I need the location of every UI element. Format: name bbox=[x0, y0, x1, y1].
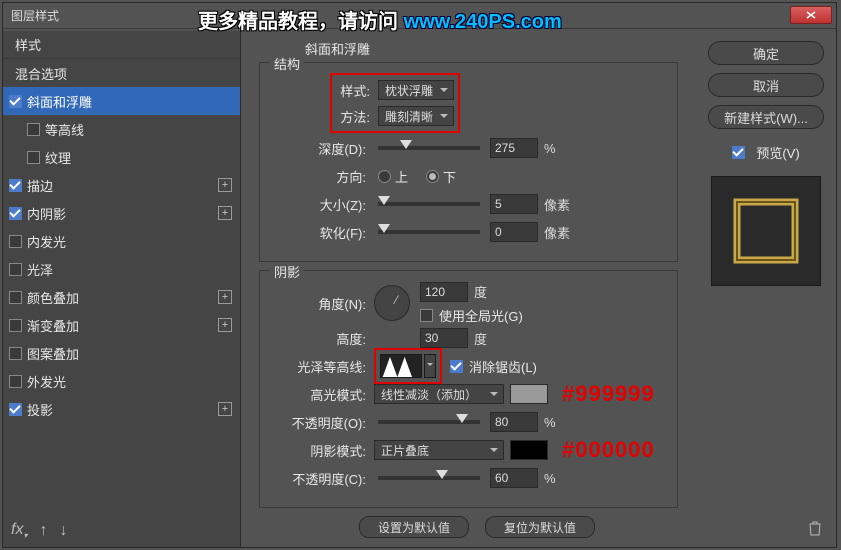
new-style-button[interactable]: 新建样式(W)... bbox=[708, 105, 824, 129]
checkbox-icon[interactable] bbox=[9, 179, 22, 192]
close-button[interactable] bbox=[790, 6, 832, 24]
sidebar-header: 样式 bbox=[3, 31, 240, 59]
shadow-hex-note: #000000 bbox=[562, 437, 655, 463]
window-title: 图层样式 bbox=[11, 7, 59, 24]
trash-icon[interactable] bbox=[808, 520, 822, 541]
depth-input[interactable]: 275 bbox=[490, 138, 538, 158]
highlight-hex-note: #999999 bbox=[562, 381, 655, 407]
main-panel: 斜面和浮雕 结构 样式: 枕状浮雕 方法: 雕刻清晰 深度(D): bbox=[241, 31, 696, 547]
checkbox-icon[interactable] bbox=[9, 375, 22, 388]
sidebar-item-satin[interactable]: 光泽 bbox=[3, 255, 240, 283]
structure-fieldset: 结构 样式: 枕状浮雕 方法: 雕刻清晰 深度(D): 275 % bbox=[259, 62, 678, 262]
soften-input[interactable]: 0 bbox=[490, 222, 538, 242]
checkbox-icon[interactable] bbox=[9, 207, 22, 220]
layer-style-dialog: 图层样式 更多精品教程，请访问 www.240PS.com 样式 混合选项 斜面… bbox=[2, 2, 837, 548]
gloss-contour-swatch[interactable] bbox=[380, 354, 422, 378]
altitude-input[interactable]: 30 bbox=[420, 328, 468, 348]
sidebar-item-inner-glow[interactable]: 内发光 bbox=[3, 227, 240, 255]
sidebar-item-outer-glow[interactable]: 外发光 bbox=[3, 367, 240, 395]
checkbox-icon[interactable] bbox=[9, 95, 22, 108]
plus-icon[interactable]: + bbox=[218, 318, 232, 332]
close-icon bbox=[805, 10, 817, 20]
depth-slider[interactable] bbox=[378, 146, 480, 150]
arrow-up-icon[interactable]: ↑ bbox=[39, 522, 47, 540]
sidebar-item-texture[interactable]: 纹理 bbox=[3, 143, 240, 171]
size-input[interactable]: 5 bbox=[490, 194, 538, 214]
highlight-mode-dropdown[interactable]: 线性减淡（添加） bbox=[374, 384, 504, 404]
preview-checkbox[interactable] bbox=[732, 146, 745, 159]
checkbox-icon[interactable] bbox=[9, 403, 22, 416]
global-light-checkbox[interactable] bbox=[420, 309, 433, 322]
banner-overlay: 更多精品教程，请访问 www.240PS.com bbox=[198, 5, 562, 34]
cancel-button[interactable]: 取消 bbox=[708, 73, 824, 97]
direction-up-radio[interactable] bbox=[378, 170, 391, 183]
highlight-opacity-input[interactable]: 80 bbox=[490, 412, 538, 432]
highlight-color-swatch[interactable] bbox=[510, 384, 548, 404]
technique-dropdown[interactable]: 雕刻清晰 bbox=[378, 106, 454, 126]
plus-icon[interactable]: + bbox=[218, 402, 232, 416]
blending-options[interactable]: 混合选项 bbox=[3, 59, 240, 87]
make-default-button[interactable]: 设置为默认值 bbox=[359, 516, 469, 538]
checkbox-icon[interactable] bbox=[9, 291, 22, 304]
plus-icon[interactable]: + bbox=[218, 206, 232, 220]
plus-icon[interactable]: + bbox=[218, 290, 232, 304]
reset-default-button[interactable]: 复位为默认值 bbox=[485, 516, 595, 538]
checkbox-icon[interactable] bbox=[27, 123, 40, 136]
sidebar-item-bevel[interactable]: 斜面和浮雕 bbox=[3, 87, 240, 115]
style-dropdown[interactable]: 枕状浮雕 bbox=[378, 80, 454, 100]
sidebar-item-stroke[interactable]: 描边+ bbox=[3, 171, 240, 199]
direction-down-radio[interactable] bbox=[426, 170, 439, 183]
angle-picker[interactable] bbox=[374, 285, 410, 321]
gloss-contour-dropdown[interactable] bbox=[424, 354, 436, 378]
sidebar-item-color-overlay[interactable]: 颜色叠加+ bbox=[3, 283, 240, 311]
sidebar-item-inner-shadow[interactable]: 内阴影+ bbox=[3, 199, 240, 227]
shading-fieldset: 阴影 角度(N): 120 度 使用全局光(G) bbox=[259, 270, 678, 508]
checkbox-icon[interactable] bbox=[9, 263, 22, 276]
angle-input[interactable]: 120 bbox=[420, 282, 468, 302]
ok-button[interactable]: 确定 bbox=[708, 41, 824, 65]
soften-slider[interactable] bbox=[378, 230, 480, 234]
antialias-checkbox[interactable] bbox=[450, 360, 463, 373]
highlight-opacity-slider[interactable] bbox=[378, 420, 480, 424]
sidebar-item-drop-shadow[interactable]: 投影+ bbox=[3, 395, 240, 423]
shadow-opacity-input[interactable]: 60 bbox=[490, 468, 538, 488]
checkbox-icon[interactable] bbox=[27, 151, 40, 164]
checkbox-icon[interactable] bbox=[9, 319, 22, 332]
shadow-opacity-slider[interactable] bbox=[378, 476, 480, 480]
sidebar-item-contour[interactable]: 等高线 bbox=[3, 115, 240, 143]
checkbox-icon[interactable] bbox=[9, 347, 22, 360]
checkbox-icon[interactable] bbox=[9, 235, 22, 248]
shadow-mode-dropdown[interactable]: 正片叠底 bbox=[374, 440, 504, 460]
sidebar-item-pattern-overlay[interactable]: 图案叠加 bbox=[3, 339, 240, 367]
shadow-color-swatch[interactable] bbox=[510, 440, 548, 460]
size-slider[interactable] bbox=[378, 202, 480, 206]
arrow-down-icon[interactable]: ↓ bbox=[59, 522, 67, 540]
fx-icon[interactable]: fx▾ bbox=[11, 521, 27, 540]
preview-swatch bbox=[711, 176, 821, 286]
section-title: 斜面和浮雕 bbox=[305, 39, 678, 58]
styles-sidebar: 样式 混合选项 斜面和浮雕 等高线 纹理 描边+ 内阴影+ 内发光 光泽 颜色叠… bbox=[3, 31, 241, 547]
plus-icon[interactable]: + bbox=[218, 178, 232, 192]
sidebar-item-gradient-overlay[interactable]: 渐变叠加+ bbox=[3, 311, 240, 339]
right-column: 确定 取消 新建样式(W)... 预览(V) bbox=[696, 31, 836, 547]
